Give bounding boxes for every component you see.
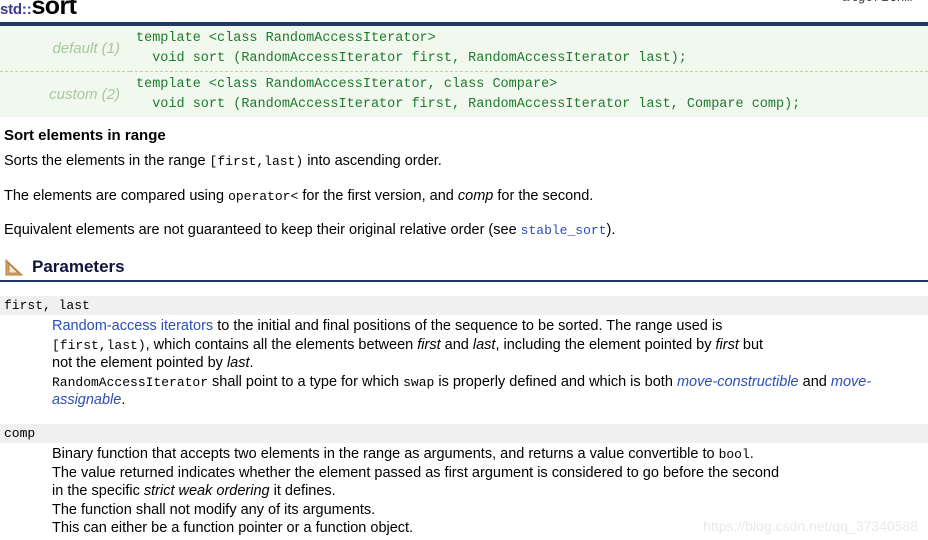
param-first-last-l4-b: is properly defined and which is both [434, 373, 677, 390]
param-first-last-l2-c: , including the element pointed by [495, 336, 716, 353]
param-first-last-line-4: RandomAccessIterator shall point to a ty… [52, 373, 920, 410]
signature-label-custom: custom (2) [0, 71, 130, 118]
param-first-last-line-3: not the element pointed by last. [52, 354, 920, 373]
description-heading: Sort elements in range [4, 127, 166, 145]
desc-p1-range-code: [first,last) [209, 154, 304, 170]
desc-p2-text-a: The elements are compared using [4, 187, 229, 204]
signature-table: default (1) template <class RandomAccess… [0, 26, 928, 118]
param-first-last-l1-text: to the initial and final positions of th… [213, 318, 723, 334]
random-access-iterator-code: RandomAccessIterator [52, 374, 209, 390]
include-header-label: <algorithm> [834, 0, 920, 5]
param-comp-l3-b: it defines. [269, 483, 336, 500]
param-comp-l3-a: in the specific [52, 483, 144, 500]
page-title: std::sort [0, 0, 77, 22]
param-first-last-l3-b: . [249, 355, 254, 372]
desc-p2-operator-code: operator< [228, 188, 299, 204]
description-paragraph-2: The elements are compared using operator… [4, 187, 922, 205]
signature-row-default: default (1) template <class RandomAccess… [0, 26, 928, 72]
swap-code: swap [403, 374, 435, 390]
strict-weak-ordering-italic: strict weak ordering [143, 483, 270, 500]
bool-code: bool [718, 446, 750, 462]
random-access-iterators-link[interactable]: Random-access iterators [52, 318, 213, 334]
signature-row-custom: custom (2) template <class RandomAccessI… [0, 71, 928, 118]
page-title-row: std::sort <algorithm> [0, 0, 928, 22]
title-namespace: std:: [0, 1, 32, 18]
param-first-last-l2-b: and [440, 336, 473, 353]
desc-p2-comp-italic: comp [457, 187, 494, 204]
parameters-section: Parameters first, last Random-access ite… [0, 257, 928, 538]
move-constructible-link[interactable]: move-constructible [677, 374, 799, 390]
signature-label-default: default (1) [52, 40, 120, 58]
desc-p2-text-c: for the second. [493, 187, 594, 204]
param-name-first-last: first, last [0, 296, 928, 315]
page-root: std::sort <algorithm> default (1) templa… [0, 0, 928, 540]
param-body-first-last: Random-access iterators to the initial a… [0, 315, 928, 410]
parameters-title: Parameters [32, 257, 125, 276]
desc-p1-text-a: Sorts the elements in the range [4, 153, 210, 170]
param-comp-l1-a: Binary function that accepts two element… [52, 445, 719, 462]
param-name-comp: comp [0, 423, 928, 443]
param-first-last-l3-a: not the element pointed by [52, 355, 227, 372]
param-first-last-l2-a: , which contains all the elements betwee… [145, 336, 418, 353]
ruler-triangle-icon [5, 258, 24, 276]
desc-p2-text-b: for the first version, and [298, 187, 458, 204]
param-first-italic-2: first [715, 336, 739, 353]
desc-p3-text-a: Equivalent elements are not guaranteed t… [4, 221, 521, 238]
param-comp-line-3: in the specific strict weak ordering it … [52, 482, 920, 501]
param-body-comp: Binary function that accepts two element… [0, 443, 928, 538]
title-function-name: sort [31, 0, 77, 20]
param-comp-l1-b: . [749, 445, 754, 462]
param-range-code: [first,last) [52, 337, 146, 353]
param-comp-line-5: This can either be a function pointer or… [52, 520, 414, 537]
parameters-section-header: Parameters [0, 257, 928, 282]
param-comp-line-2: The value returned indicates whether the… [52, 464, 780, 481]
description-paragraph-3: Equivalent elements are not guaranteed t… [4, 221, 922, 239]
description-paragraph-1: Sorts the elements in the range [first,l… [4, 152, 922, 170]
param-last-italic-2: last [226, 355, 250, 372]
signature-code-default: template <class RandomAccessIterator> vo… [136, 31, 687, 66]
desc-p3-text-b: ). [606, 221, 616, 238]
param-first-last-l4-a: shall point to a type for which [208, 373, 404, 390]
param-comp-line-4: The function shall not modify any of its… [52, 501, 376, 518]
param-first-last-line-2: [first,last), which contains all the ele… [52, 336, 920, 355]
description-block: Sort elements in range Sorts the element… [0, 117, 928, 239]
param-first-italic-1: first [417, 336, 441, 353]
param-first-last-line-1: Random-access iterators to the initial a… [52, 317, 920, 336]
param-first-last-l4-c: and [798, 373, 831, 390]
signature-code-custom: template <class RandomAccessIterator, cl… [130, 71, 928, 118]
param-last-italic-1: last [472, 336, 496, 353]
param-first-last-l2-d: but [738, 336, 764, 353]
param-first-last-l4-d: . [121, 392, 126, 409]
stable-sort-link[interactable]: stable_sort [521, 223, 607, 238]
param-comp-line-1: Binary function that accepts two element… [52, 445, 920, 464]
desc-p1-text-b: into ascending order. [303, 153, 442, 170]
